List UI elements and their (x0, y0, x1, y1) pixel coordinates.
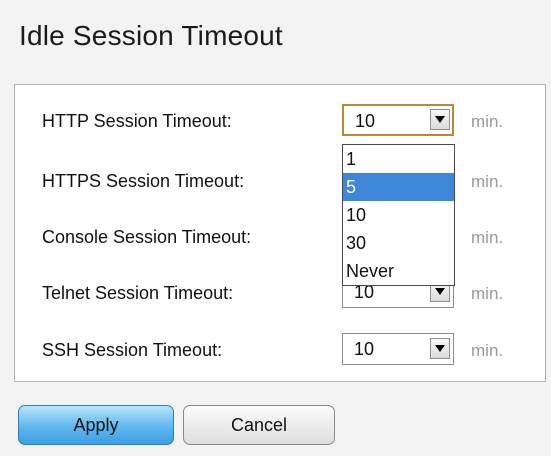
telnet-timeout-unit: min. (471, 284, 504, 303)
https-timeout-unit: min. (471, 172, 504, 191)
dropdown-option[interactable]: Never (343, 257, 454, 285)
http-timeout-select[interactable]: 10 (342, 104, 454, 136)
console-timeout-label: Console Session Timeout: (42, 227, 252, 247)
page-title: Idle Session Timeout (19, 20, 283, 51)
ssh-timeout-value: 10 (354, 339, 375, 359)
ssh-timeout-label: SSH Session Timeout: (42, 340, 223, 360)
ssh-timeout-row: SSH Session Timeout: 10 min. (15, 333, 545, 367)
telnet-timeout-row: Telnet Session Timeout: 10 min. (15, 276, 545, 310)
chevron-down-icon[interactable] (430, 338, 450, 359)
ssh-timeout-unit: min. (471, 341, 504, 360)
dropdown-option[interactable]: 1 (343, 145, 454, 173)
chevron-down-icon[interactable] (430, 109, 450, 130)
timeout-settings-panel: HTTP Session Timeout: 10 min. HTTPS Sess… (14, 84, 546, 382)
http-timeout-value: 10 (355, 111, 376, 131)
apply-button[interactable]: Apply (18, 405, 174, 445)
cancel-button[interactable]: Cancel (183, 405, 335, 445)
http-timeout-label: HTTP Session Timeout: (42, 111, 232, 131)
http-timeout-row: HTTP Session Timeout: 10 min. (15, 104, 545, 138)
telnet-timeout-label: Telnet Session Timeout: (42, 283, 234, 303)
console-timeout-row: Console Session Timeout: 10 min. (15, 220, 545, 254)
http-timeout-dropdown-list: 1 5 10 30 Never (342, 144, 455, 286)
http-timeout-unit: min. (471, 112, 504, 131)
https-timeout-row: HTTPS Session Timeout: 10 min. (15, 164, 545, 198)
dropdown-option[interactable]: 10 (343, 201, 454, 229)
dropdown-option[interactable]: 30 (343, 229, 454, 257)
dropdown-option-highlighted[interactable]: 5 (343, 173, 454, 201)
ssh-timeout-select[interactable]: 10 (342, 333, 454, 365)
console-timeout-unit: min. (471, 228, 504, 247)
https-timeout-label: HTTPS Session Timeout: (42, 171, 245, 191)
